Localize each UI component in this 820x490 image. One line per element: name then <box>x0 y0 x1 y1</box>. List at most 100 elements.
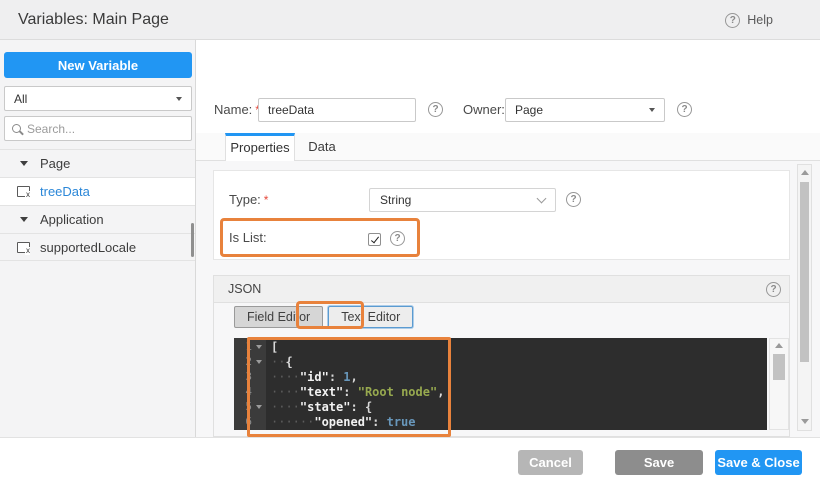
code-token: , <box>437 385 444 399</box>
cancel-button[interactable]: Cancel <box>518 450 583 475</box>
sidebar: New Variable All Page treeData Applicati… <box>0 40 196 437</box>
code-token: 1 <box>343 370 350 384</box>
code-line: 1[ <box>234 339 767 354</box>
code-line: 4 ····"text": "Root node", <box>234 384 767 399</box>
type-dropdown[interactable]: String <box>369 188 556 212</box>
prop-type-label: Type:* <box>229 188 268 212</box>
code-line: 2 ··{ <box>234 354 767 369</box>
content-scrollbar[interactable] <box>797 164 812 431</box>
code-token: , <box>351 370 358 384</box>
tab-content: Type:* String Is List: JSON Field Editor <box>196 161 820 437</box>
code-token: true <box>387 415 416 429</box>
page-title: Variables: Main Page <box>18 0 169 40</box>
sidebar-scrollbar[interactable] <box>191 223 194 257</box>
scroll-down-icon[interactable] <box>801 419 809 424</box>
chevron-down-icon <box>537 193 547 203</box>
line-number: 5 <box>234 400 252 413</box>
variable-tree: Page treeData Application supportedLocal… <box>0 149 195 261</box>
json-help-icon[interactable] <box>766 282 781 297</box>
code-token: : <box>329 370 343 384</box>
code-token: { <box>365 400 372 414</box>
filter-dropdown[interactable]: All <box>4 86 192 111</box>
code-line: 5 ····"state": { <box>234 399 767 414</box>
collapse-arrow-icon[interactable] <box>20 161 28 166</box>
field-editor-button[interactable]: Field Editor <box>234 306 323 328</box>
code-text: [ <box>266 340 278 354</box>
tree-item-supportedlocale[interactable]: supportedLocale <box>0 233 195 261</box>
main-panel: Name:* Owner:* Page Type: Model Properti… <box>196 40 820 437</box>
dialog-footer: Cancel Save Save & Close <box>0 437 820 490</box>
help-icon <box>725 13 740 28</box>
code-token: ···· <box>271 400 300 414</box>
code-token: ·· <box>271 355 285 369</box>
code-text: ······"opened": true <box>266 415 416 429</box>
tab-data[interactable]: Data <box>296 133 348 161</box>
line-number: 1 <box>234 340 252 353</box>
code-token: ···· <box>271 370 300 384</box>
help-link[interactable]: Help <box>725 0 773 40</box>
properties-box: Type:* String Is List: <box>213 170 790 260</box>
owner-value: Page <box>515 103 543 117</box>
code-token: : <box>350 400 364 414</box>
code-token: { <box>285 355 292 369</box>
tab-properties[interactable]: Properties <box>225 133 295 161</box>
type-dropdown-value: String <box>380 193 411 207</box>
editor-mode-buttons: Field Editor Text Editor <box>234 306 413 328</box>
editor-scrollbar-thumb[interactable] <box>773 354 785 380</box>
scroll-up-icon[interactable] <box>801 170 809 175</box>
text-editor-button[interactable]: Text Editor <box>328 306 413 328</box>
code-token: "id" <box>300 370 329 384</box>
code-token: "text" <box>300 385 343 399</box>
fold-arrow-icon[interactable] <box>252 360 266 364</box>
code-token: "Root node" <box>358 385 437 399</box>
content-scrollbar-thumb[interactable] <box>800 182 809 362</box>
tree-group-page[interactable]: Page <box>0 149 195 177</box>
editor-scrollbar[interactable] <box>769 338 789 430</box>
tree-item-treedata[interactable]: treeData <box>0 177 195 205</box>
scroll-up-icon[interactable] <box>775 343 783 348</box>
line-number: 6 <box>234 415 252 428</box>
code-text: ··{ <box>266 355 293 369</box>
owner-dropdown[interactable]: Page <box>505 98 665 122</box>
code-token: ···· <box>271 385 300 399</box>
name-label: Name:* <box>214 98 260 122</box>
fold-arrow-icon[interactable] <box>252 405 266 409</box>
new-variable-button[interactable]: New Variable <box>4 52 192 78</box>
collapse-arrow-icon[interactable] <box>20 217 28 222</box>
code-token: ······ <box>271 415 314 429</box>
required-marker: * <box>264 193 269 207</box>
code-token: "opened" <box>314 415 372 429</box>
tree-group-application[interactable]: Application <box>0 205 195 233</box>
filter-value: All <box>14 92 27 106</box>
tree-group-label: Page <box>40 156 70 171</box>
code-token: : <box>343 385 357 399</box>
is-list-label: Is List: <box>229 226 267 250</box>
variable-icon <box>17 186 30 197</box>
help-label: Help <box>747 13 773 27</box>
code-text: ····"state": { <box>266 400 372 414</box>
fold-arrow-icon[interactable] <box>252 345 266 349</box>
variable-icon <box>17 242 30 253</box>
is-list-checkbox[interactable] <box>368 233 381 246</box>
code-text: ····"id": 1, <box>266 370 358 384</box>
line-number: 4 <box>234 385 252 398</box>
json-panel: JSON Field Editor Text Editor 1[2··{3···… <box>213 275 790 437</box>
code-token: : <box>372 415 386 429</box>
owner-help-icon[interactable] <box>677 102 692 117</box>
name-help-icon[interactable] <box>428 102 443 117</box>
tree-group-label: Application <box>40 212 104 227</box>
save-button[interactable]: Save <box>615 450 703 475</box>
line-number: 3 <box>234 370 252 383</box>
code-token: "state" <box>300 400 351 414</box>
check-icon <box>370 234 378 243</box>
search-input[interactable] <box>27 122 184 136</box>
variables-dialog: Variables: Main Page Help New Variable A… <box>0 0 820 490</box>
line-number: 2 <box>234 355 252 368</box>
save-close-button[interactable]: Save & Close <box>715 450 802 475</box>
name-input[interactable] <box>258 98 416 122</box>
tree-item-label: treeData <box>40 184 90 199</box>
type-help-icon[interactable] <box>566 192 581 207</box>
dropdown-arrow-icon <box>649 108 655 112</box>
is-list-help-icon[interactable] <box>390 231 405 246</box>
json-code-editor[interactable]: 1[2··{3····"id": 1,4····"text": "Root no… <box>234 338 767 430</box>
